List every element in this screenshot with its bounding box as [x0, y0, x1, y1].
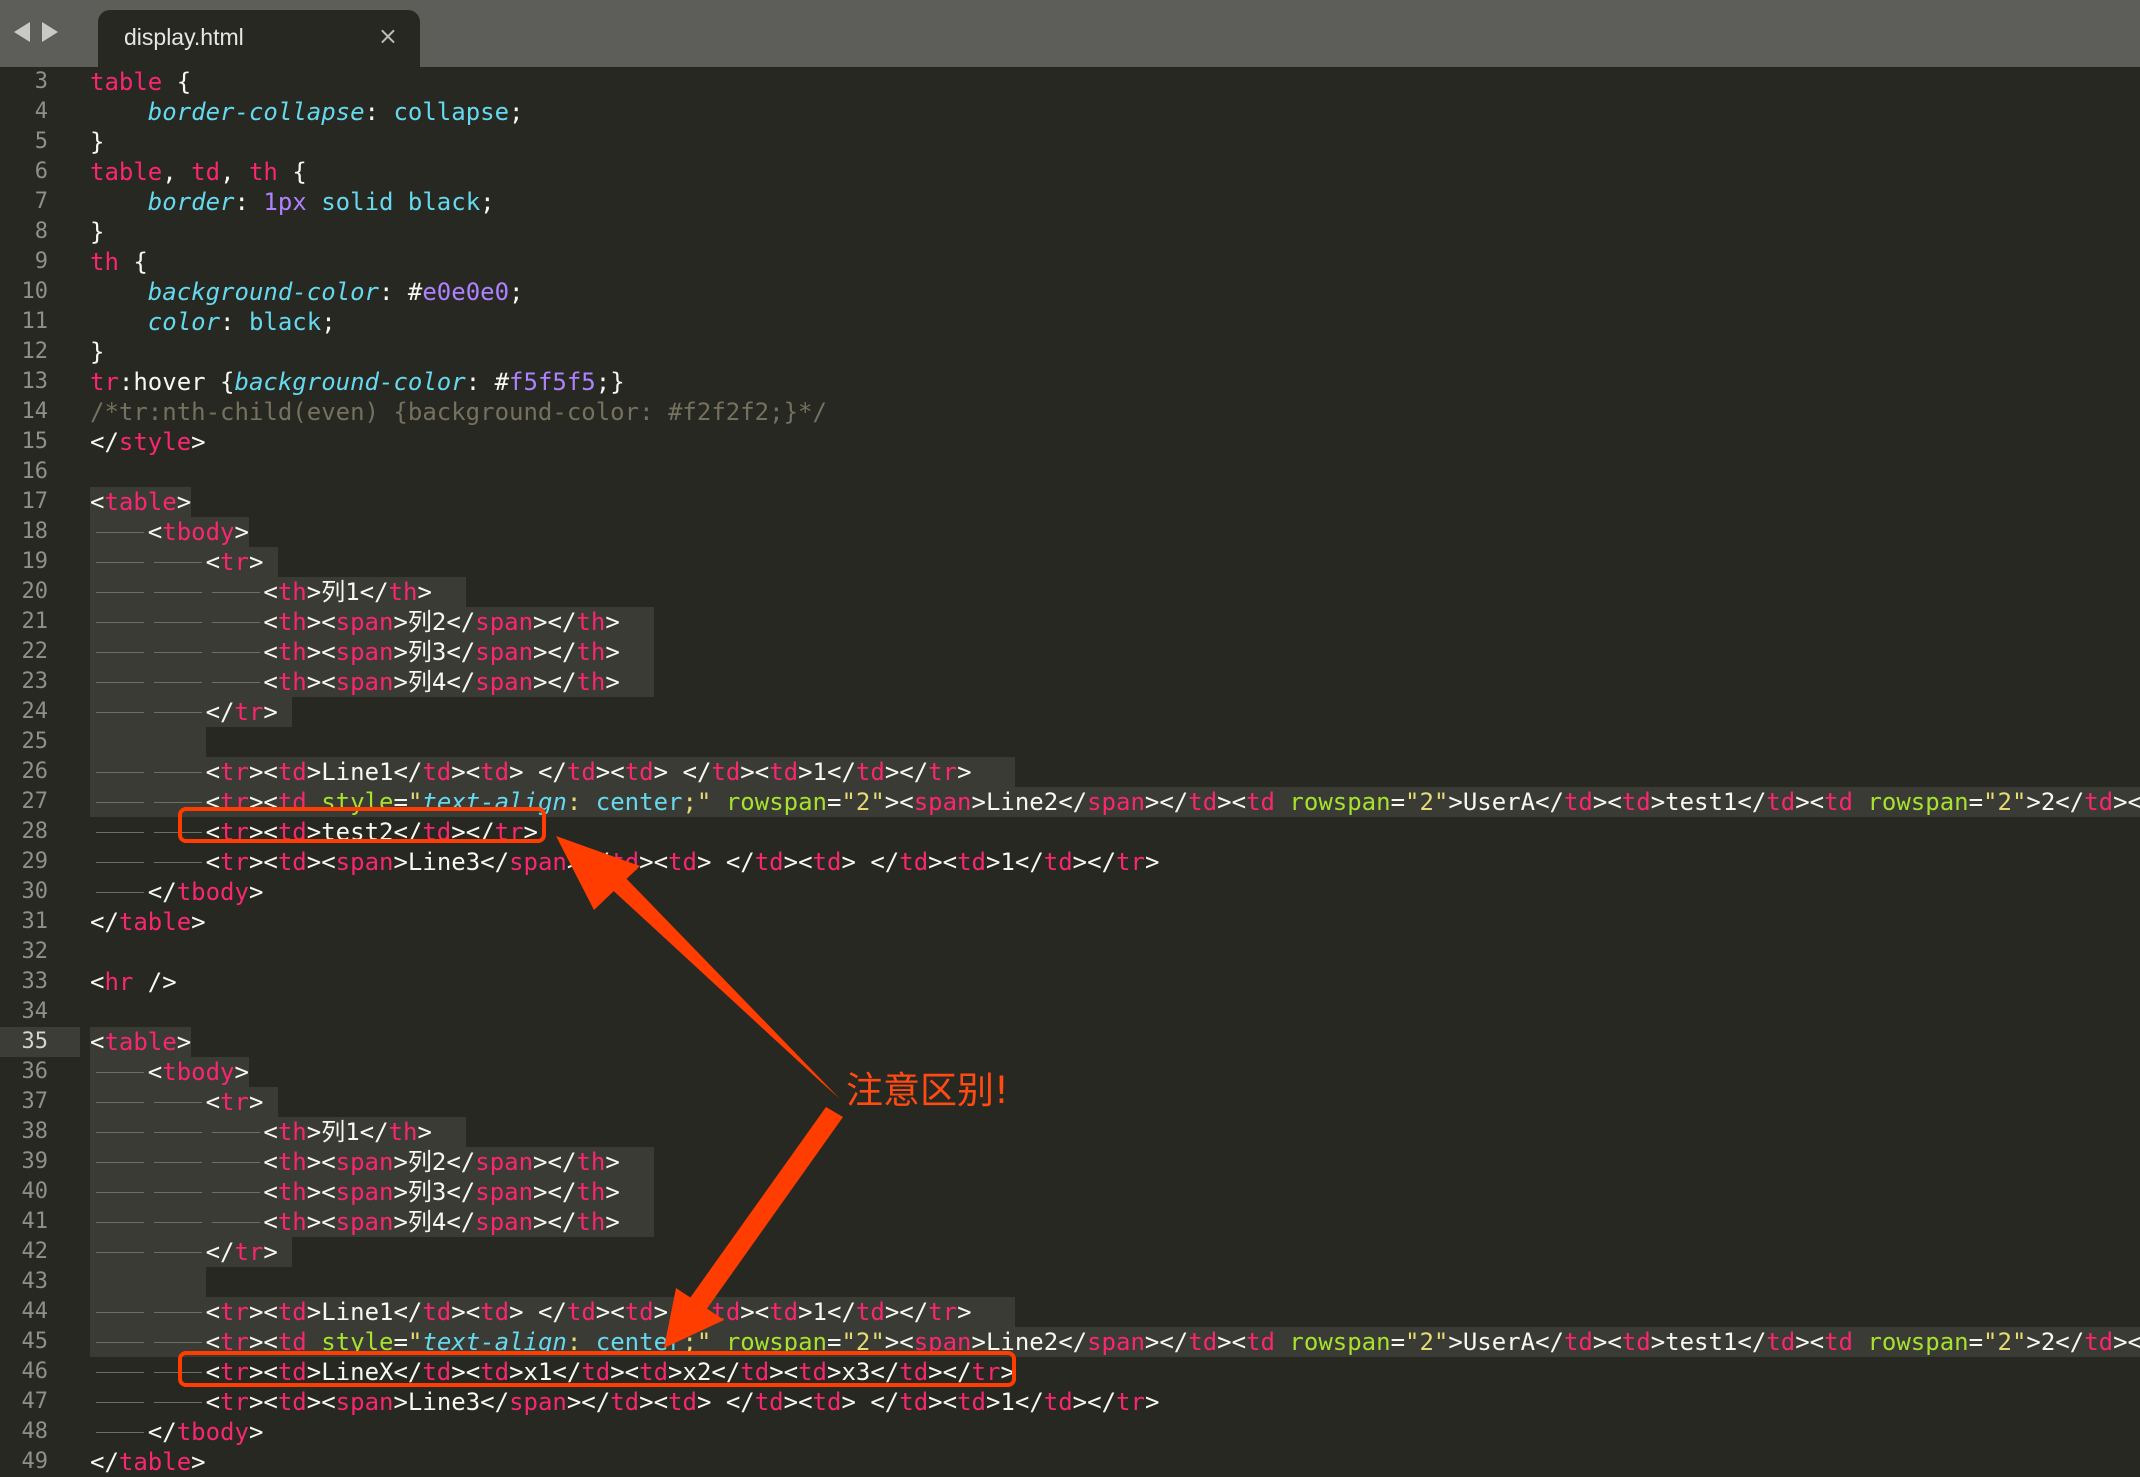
arrow-down-icon — [690, 1107, 843, 1310]
arrow-up-icon — [605, 870, 840, 1099]
annotation-note: 注意区别! — [846, 1069, 1009, 1112]
annotation-arrows — [556, 836, 843, 1348]
